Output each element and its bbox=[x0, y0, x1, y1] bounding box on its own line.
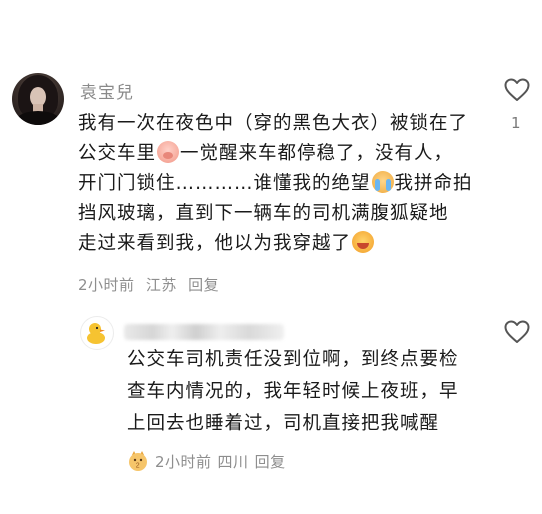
reply-line: 查车内情况的，我年轻时候上夜班，早 bbox=[127, 381, 459, 402]
pig-face-emoji-icon bbox=[157, 141, 180, 163]
comment-time: 2小时前 bbox=[78, 276, 135, 294]
comment-location: 江苏 bbox=[145, 276, 177, 294]
reply-location: 四川 bbox=[217, 452, 249, 471]
reply-line: 公交车司机责任没到位啊，到终点要检 bbox=[127, 349, 459, 370]
reply-time: 2小时前 bbox=[155, 452, 212, 471]
laughing-emoji-icon bbox=[352, 231, 375, 253]
reply-line: 上回去也睡着过，司机直接把我喊醒 bbox=[127, 413, 440, 434]
reply-button[interactable]: 回复 bbox=[255, 451, 286, 472]
heart-outline-icon[interactable] bbox=[504, 78, 530, 102]
duck-avatar-icon[interactable] bbox=[80, 316, 114, 350]
avatar[interactable] bbox=[12, 73, 64, 125]
comment-username[interactable]: 袁宝兒 bbox=[80, 78, 134, 103]
comment-text-segment: 开门门锁住…………谁懂我的绝望 bbox=[78, 173, 371, 194]
comment-item: 袁宝兒 我有一次在夜色中（穿的黑色大衣）被锁在了 公交车里 一觉醒来车都停稳了，没… bbox=[0, 0, 542, 300]
level-badge-number: 2 bbox=[136, 463, 140, 470]
comment-line: 开门门锁住…………谁懂我的绝望 我拼命拍 bbox=[78, 169, 488, 199]
avatar-body bbox=[16, 111, 60, 125]
duck-icon bbox=[87, 323, 105, 344]
comment-line: 走过来看到我，他以为我穿越了 bbox=[78, 229, 488, 259]
level-badge-icon: 2 bbox=[129, 451, 147, 471]
reply-username[interactable] bbox=[124, 324, 284, 340]
comment-meta: 2小时前 江苏 回复 bbox=[78, 274, 225, 295]
comment-line: 挡风玻璃，直到下一辆车的司机满腹狐疑地 bbox=[78, 203, 449, 224]
reply-button[interactable]: 回复 bbox=[188, 276, 219, 294]
crying-emoji-icon bbox=[371, 171, 394, 193]
comment-text-segment: 一觉醒来车都停稳了，没有人， bbox=[180, 143, 454, 164]
reply-text[interactable]: 公交车司机责任没到位啊，到终点要检 查车内情况的，我年轻时候上夜班，早 上回去也… bbox=[127, 344, 487, 440]
comment-text[interactable]: 我有一次在夜色中（穿的黑色大衣）被锁在了 公交车里 一觉醒来车都停稳了，没有人， … bbox=[78, 109, 488, 259]
heart-outline-icon[interactable] bbox=[504, 320, 530, 344]
comment-line: 我有一次在夜色中（穿的黑色大衣）被锁在了 bbox=[78, 113, 469, 134]
reply-meta: 2 2小时前 四川 回复 bbox=[127, 450, 292, 472]
like-count: 1 bbox=[511, 114, 521, 132]
comment-text-segment: 公交车里 bbox=[78, 143, 157, 164]
comment-text-segment: 我拼命拍 bbox=[394, 173, 473, 194]
comment-line: 公交车里 一觉醒来车都停稳了，没有人， bbox=[78, 139, 488, 169]
comment-text-segment: 走过来看到我，他以为我穿越了 bbox=[78, 233, 352, 254]
reply-item: 公交车司机责任没到位啊，到终点要检 查车内情况的，我年轻时候上夜班，早 上回去也… bbox=[0, 300, 542, 514]
